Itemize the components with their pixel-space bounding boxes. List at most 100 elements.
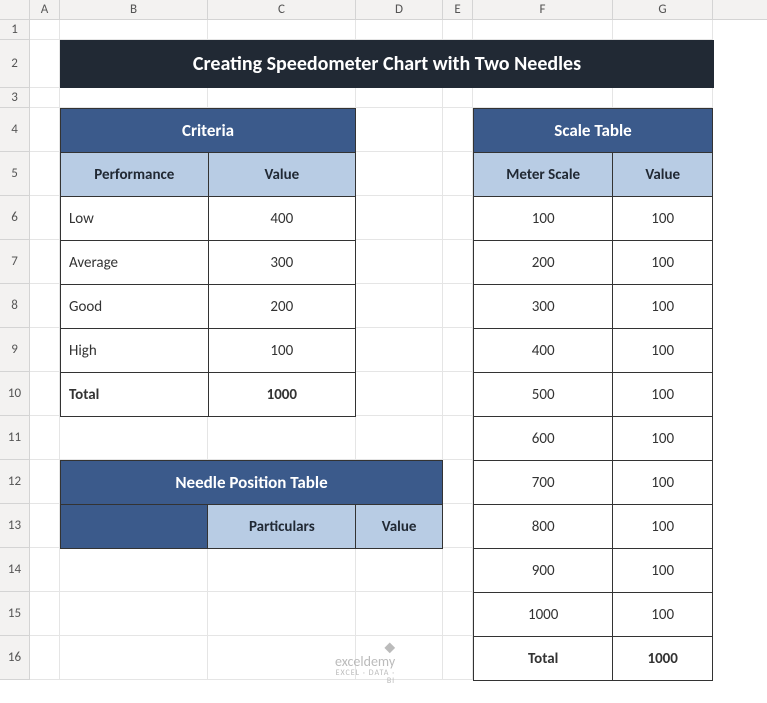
criteria-total-value: 1000 [208,373,355,417]
criteria-col-val: Value [208,153,355,197]
cell-C3[interactable] [208,88,356,108]
row-header-11[interactable]: 11 [0,416,30,460]
cell-E14[interactable] [443,548,473,592]
cell-D3[interactable] [356,88,443,108]
scale-meter: 800 [474,505,613,549]
criteria-perf: Good [61,285,209,329]
cell-E6[interactable] [443,196,473,240]
cell-A2[interactable] [30,40,60,88]
cell-D7[interactable] [356,240,443,284]
col-header-C[interactable]: C [208,0,356,19]
cell-E16[interactable] [443,636,473,680]
cell-A12[interactable] [30,460,60,504]
cell-E13[interactable] [443,504,473,548]
row-header-15[interactable]: 15 [0,592,30,636]
cell-E8[interactable] [443,284,473,328]
cell-E15[interactable] [443,592,473,636]
col-header-B[interactable]: B [60,0,208,19]
cell-E5[interactable] [443,152,473,196]
cell-B1[interactable] [60,20,208,40]
cell-F3[interactable] [473,88,613,108]
cell-A16[interactable] [30,636,60,680]
col-header-D[interactable]: D [356,0,443,19]
cell-G1[interactable] [613,20,713,40]
cell-A3[interactable] [30,88,60,108]
cell-B15[interactable] [60,592,208,636]
row-header-16[interactable]: 16 [0,636,30,680]
cell-D15[interactable] [356,592,443,636]
cell-B14[interactable] [60,548,208,592]
cell-D9[interactable] [356,328,443,372]
scale-val: 100 [613,549,713,593]
cell-E12[interactable] [443,460,473,504]
row-header-4[interactable]: 4 [0,108,30,152]
row-header-9[interactable]: 9 [0,328,30,372]
cell-G3[interactable] [613,88,713,108]
row-header-7[interactable]: 7 [0,240,30,284]
col-header-F[interactable]: F [473,0,613,19]
table-row: 100100 [474,197,713,241]
needle-col-blank [61,505,208,549]
cell-D6[interactable] [356,196,443,240]
cell-D4[interactable] [356,108,443,152]
cell-E10[interactable] [443,372,473,416]
cell-D8[interactable] [356,284,443,328]
cell-E3[interactable] [443,88,473,108]
cell-B16[interactable] [60,636,208,680]
cell-B3[interactable] [60,88,208,108]
cell-C1[interactable] [208,20,356,40]
row-header-3[interactable]: 3 [0,88,30,108]
row-header-12[interactable]: 12 [0,460,30,504]
cell-A11[interactable] [30,416,60,460]
row-header-2[interactable]: 2 [0,40,30,88]
cell-A7[interactable] [30,240,60,284]
row-header-13[interactable]: 13 [0,504,30,548]
table-row: 700100 [474,461,713,505]
cell-C14[interactable] [208,548,356,592]
table-row: 400100 [474,329,713,373]
cell-A6[interactable] [30,196,60,240]
cell-A4[interactable] [30,108,60,152]
cell-E7[interactable] [443,240,473,284]
table-row: High100 [61,329,356,373]
table-row: 600100 [474,417,713,461]
cell-E1[interactable] [443,20,473,40]
cell-A9[interactable] [30,328,60,372]
cell-A10[interactable] [30,372,60,416]
table-row: 200100 [474,241,713,285]
row-header-10[interactable]: 10 [0,372,30,416]
cell-D14[interactable] [356,548,443,592]
cell-A15[interactable] [30,592,60,636]
cell-C15[interactable] [208,592,356,636]
col-header-E[interactable]: E [443,0,473,19]
column-headers: ABCDEFG [0,0,767,20]
cell-E9[interactable] [443,328,473,372]
col-header-G[interactable]: G [613,0,713,19]
scale-val: 100 [613,373,713,417]
cell-D1[interactable] [356,20,443,40]
cell-D10[interactable] [356,372,443,416]
row-header-1[interactable]: 1 [0,20,30,40]
col-header-A[interactable]: A [30,0,60,19]
cell-C16[interactable] [208,636,356,680]
cell-A5[interactable] [30,152,60,196]
cell-D11[interactable] [356,416,443,460]
cell-A8[interactable] [30,284,60,328]
select-all-corner[interactable] [0,0,30,19]
row-header-5[interactable]: 5 [0,152,30,196]
cell-E4[interactable] [443,108,473,152]
cell-F1[interactable] [473,20,613,40]
cell-E11[interactable] [443,416,473,460]
cell-D5[interactable] [356,152,443,196]
scale-total-value: 1000 [613,637,713,681]
cell-A13[interactable] [30,504,60,548]
table-row: 900100 [474,549,713,593]
row-header-14[interactable]: 14 [0,548,30,592]
cell-B11[interactable] [60,416,208,460]
row-header-8[interactable]: 8 [0,284,30,328]
cell-A14[interactable] [30,548,60,592]
row-header-6[interactable]: 6 [0,196,30,240]
cell-A1[interactable] [30,20,60,40]
needle-col-value: Value [356,505,443,549]
cell-C11[interactable] [208,416,356,460]
